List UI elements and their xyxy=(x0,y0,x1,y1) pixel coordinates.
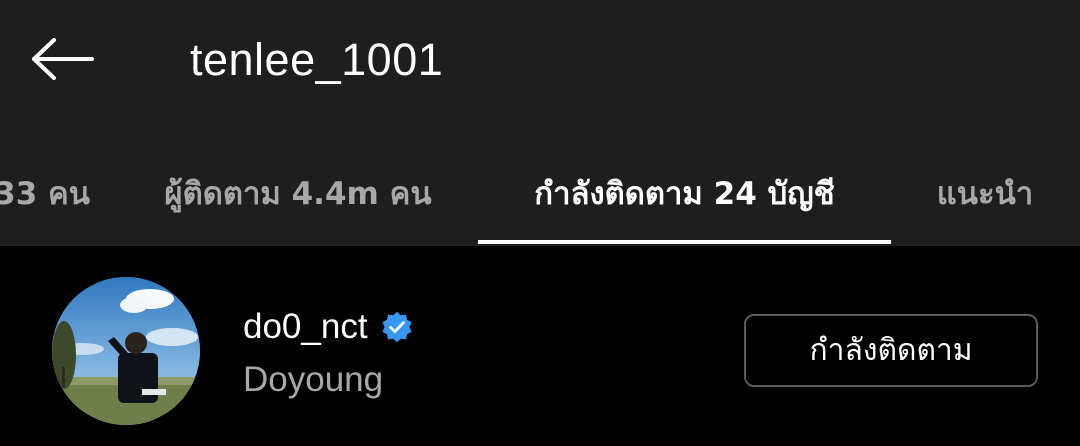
tab-label: แนะนำ xyxy=(936,176,1034,212)
tab-label: กำลังติดตาม 24 บัญชี xyxy=(534,176,835,212)
page-title: tenlee_1001 xyxy=(190,34,444,85)
full-name: Doyoung xyxy=(243,360,384,399)
following-button[interactable]: กำลังติดตาม xyxy=(744,314,1038,387)
username[interactable]: do0_nct xyxy=(243,306,368,348)
tab-mutual[interactable]: 33 คน xyxy=(0,140,90,246)
arrow-left-icon xyxy=(32,38,94,80)
back-button[interactable] xyxy=(26,28,98,90)
tab-label: 33 คน xyxy=(0,176,90,212)
tab-followers[interactable]: ผู้ติดตาม 4.4m คน xyxy=(148,140,448,246)
tab-suggested[interactable]: แนะนำ xyxy=(925,140,1045,246)
tab-following[interactable]: กำลังติดตาม 24 บัญชี xyxy=(478,140,891,246)
active-tab-indicator xyxy=(478,240,891,244)
verified-badge-icon xyxy=(381,311,412,343)
tab-bar: 33 คน ผู้ติดตาม 4.4m คน กำลังติดตาม 24 บ… xyxy=(0,140,1080,246)
top-bar: tenlee_1001 33 คน ผู้ติดตาม 4.4m คน กำลั… xyxy=(0,0,1080,246)
list-item[interactable]: do0_nct Doyoung กำลังติดตาม xyxy=(0,246,1080,446)
username-line: do0_nct xyxy=(243,306,414,348)
tab-label: ผู้ติดตาม 4.4m คน xyxy=(164,176,432,212)
avatar[interactable] xyxy=(52,277,200,425)
